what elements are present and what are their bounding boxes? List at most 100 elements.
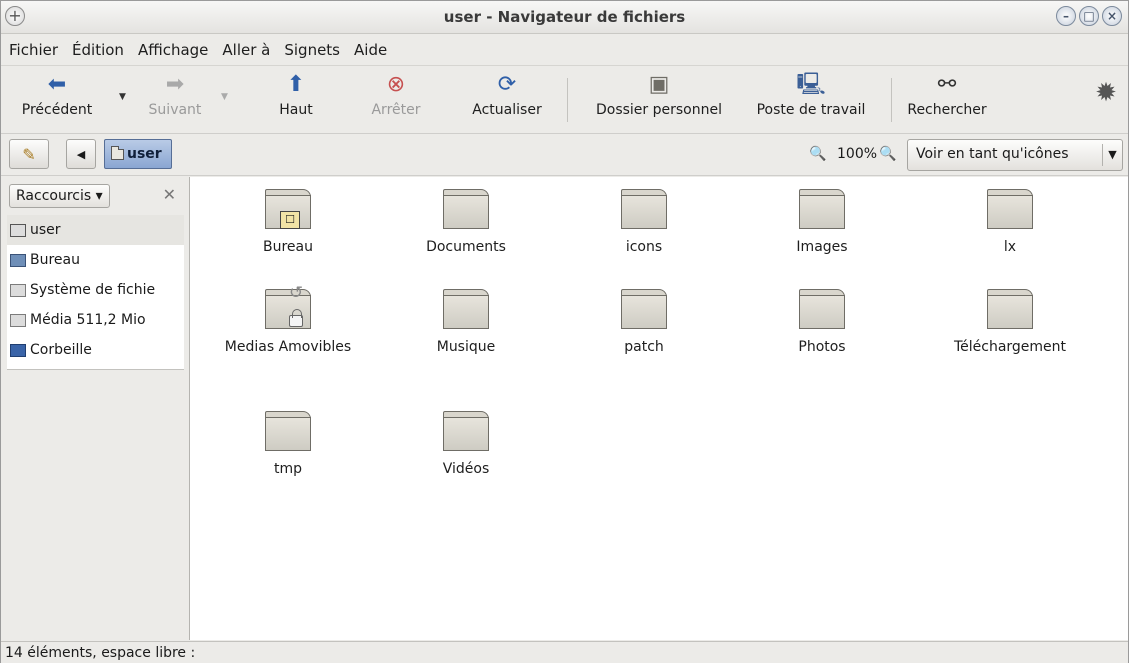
toolbar-separator [891,78,892,122]
breadcrumb-user[interactable]: user [104,139,172,169]
menu-aide[interactable]: Aide [354,41,387,59]
back-label: Précédent [21,102,93,118]
menu-aller-a[interactable]: Aller à [222,41,270,59]
file-item-videos[interactable]: Vidéos [381,411,551,477]
menu-bar: Fichier Édition Affichage Aller à Signet… [1,34,1128,66]
file-name: icons [625,239,663,255]
stop-label: Arrêter [371,102,421,118]
breadcrumb-label: user [127,146,162,162]
sidebar-item-user[interactable]: user [7,215,184,245]
sidebar-item-label: Corbeille [30,342,92,358]
folder-icon [621,189,667,229]
up-arrow-icon: ⬆ [286,72,306,97]
forward-button[interactable]: ➡ Suivant [135,72,215,118]
file-item-images[interactable]: Images [737,189,907,255]
close-window-button[interactable]: × [1102,6,1122,26]
file-item-tmp[interactable]: tmp [203,411,373,477]
sidebar-item-label: user [30,222,61,238]
sidebar-item-bureau[interactable]: Bureau [7,245,184,275]
search-label: Rechercher [907,102,987,118]
file-item-medias-amovibles[interactable]: ↺ Medias Amovibles [203,283,373,355]
binoculars-icon: ⚯ [937,72,957,97]
folder-icon [987,289,1033,329]
maximize-button[interactable]: □ [1079,6,1099,26]
edit-icon: ✎ [22,144,36,164]
folder-icon [621,289,667,329]
drive-icon [10,283,26,297]
file-item-lx[interactable]: lx [925,189,1095,255]
gnome-foot-icon: ✹ [1095,78,1117,108]
file-item-patch[interactable]: patch [559,289,729,355]
file-item-telechargement[interactable]: Téléchargement [925,289,1095,355]
file-item-documents[interactable]: Documents [381,189,551,255]
computer-label: Poste de travail [756,102,866,118]
home-button[interactable]: ▣ Dossier personnel [575,72,743,118]
menu-edition[interactable]: Édition [72,41,124,59]
location-bar: ✎ ◀ user 🔍 100% 🔍 Voir en tant qu'icônes… [1,134,1128,176]
places-list: user Bureau Système de fichie Média 511,… [7,215,184,370]
minimize-button[interactable]: – [1056,6,1076,26]
sidebar-item-media[interactable]: Média 511,2 Mio [7,305,184,335]
sidebar-item-trash[interactable]: Corbeille [7,335,184,365]
up-button[interactable]: ⬆ Haut [266,72,326,118]
computer-button[interactable]: 🖳 Poste de travail [743,72,879,118]
menu-affichage[interactable]: Affichage [138,41,208,59]
up-label: Haut [279,102,313,118]
back-history-dropdown[interactable]: ▼ [119,92,126,102]
sidebar-header: Raccourcis ▾ ✕ [9,182,184,210]
file-name: Musique [436,339,496,355]
folder-icon [443,411,489,451]
file-name: Photos [798,339,846,355]
back-button[interactable]: ⬅ Précédent [7,72,107,118]
file-name: Images [796,239,848,255]
zoom-in-icon[interactable]: 🔍 [879,146,896,162]
window-title: user - Navigateur de fichiers [443,8,686,26]
chevron-left-icon: ◀ [76,147,86,161]
sidebar-type-select[interactable]: Raccourcis ▾ [9,184,110,208]
folder-icon [987,189,1033,229]
chevron-down-icon: ▼ [1102,144,1122,166]
view-mode-select[interactable]: Voir en tant qu'icônes ▼ [907,139,1123,171]
toolbar: ⬅ Précédent ▼ ➡ Suivant ▼ ⬆ Haut ⊗ Arrêt… [1,66,1128,134]
sidebar-item-label: Média 511,2 Mio [30,312,146,328]
reload-button[interactable]: ⟳ Actualiser [459,72,555,118]
menu-fichier[interactable]: Fichier [9,41,58,59]
file-name: Medias Amovibles [224,339,352,355]
folder-icon [443,289,489,329]
file-browser-window: + user - Navigateur de fichiers – □ × Fi… [0,0,1129,663]
folder-icon [10,223,26,237]
zoom-out-icon[interactable]: 🔍 [809,146,826,162]
sidebar: Raccourcis ▾ ✕ user Bureau Système de fi… [1,177,187,640]
file-name: tmp [273,461,302,477]
file-name: Documents [426,239,506,255]
title-bar[interactable]: + user - Navigateur de fichiers – □ × [1,1,1128,34]
menu-signets[interactable]: Signets [284,41,340,59]
stop-button[interactable]: ⊗ Arrêter [351,72,441,118]
icon-view: ☐ Bureau Documents icons Images lx ↺ Med… [189,177,1128,640]
breadcrumb-left-button[interactable]: ◀ [66,139,96,169]
sidebar-item-filesystem[interactable]: Système de fichie [7,275,184,305]
reload-label: Actualiser [472,102,542,118]
forward-arrow-icon: ➡ [165,72,185,97]
lock-emblem-icon [289,309,303,327]
toggle-location-entry-button[interactable]: ✎ [9,139,49,169]
file-item-musique[interactable]: Musique [381,289,551,355]
file-item-icons[interactable]: icons [559,189,729,255]
file-name: lx [1003,239,1017,255]
window-controls: – □ × [1056,6,1122,26]
home-label: Dossier personnel [595,102,722,118]
file-item-photos[interactable]: Photos [737,289,907,355]
zoom-level[interactable]: 100% [837,146,877,162]
forward-history-dropdown[interactable]: ▼ [221,92,228,102]
file-item-bureau[interactable]: ☐ Bureau [203,189,373,255]
toolbar-separator [567,78,568,122]
file-name: Téléchargement [953,339,1067,355]
forward-label: Suivant [148,102,202,118]
folder-icon: ↺ [265,283,311,329]
sidebar-item-label: Système de fichie [30,282,156,298]
sidebar-type-label: Raccourcis [16,188,92,204]
close-icon[interactable]: ✕ [163,185,176,204]
search-button[interactable]: ⚯ Rechercher [899,72,995,118]
desktop-icon [10,253,26,267]
status-bar: 14 éléments, espace libre : [1,641,1128,663]
